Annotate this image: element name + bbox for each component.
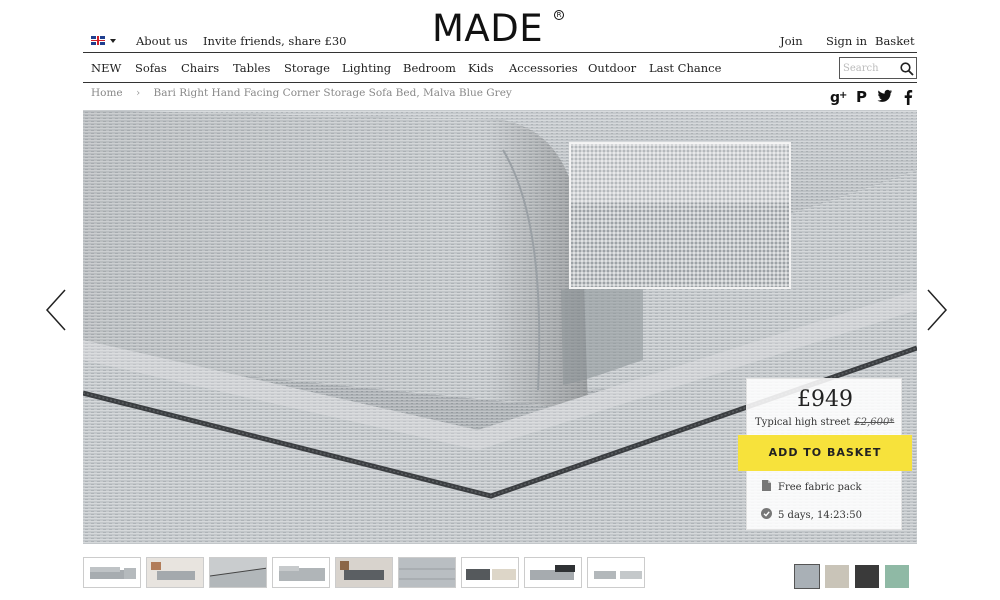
fabric-pack-label: Free fabric pack [778, 482, 862, 493]
sign-in-link[interactable]: Sign in [826, 34, 867, 48]
breadcrumb-home[interactable]: Home [91, 87, 123, 99]
about-us-link[interactable]: About us [136, 34, 188, 48]
nav-item-bedroom[interactable]: Bedroom [403, 61, 456, 75]
pinterest-icon[interactable]: P [855, 89, 869, 107]
thumbnail-4[interactable] [272, 557, 330, 588]
svg-text:+: + [839, 90, 847, 101]
countdown-label: 5 days, 14:23:50 [778, 510, 862, 521]
typical-label: Typical high street [755, 417, 851, 428]
swatch-charcoal[interactable] [855, 565, 879, 588]
breadcrumb-separator: › [136, 87, 141, 99]
thumbnail-9[interactable] [587, 557, 645, 588]
svg-text:P: P [856, 89, 867, 105]
next-arrow-icon[interactable] [925, 288, 949, 332]
clock-check-icon [761, 508, 772, 519]
typical-price: £2,600* [854, 417, 895, 428]
nav-item-last-chance[interactable]: Last Chance [649, 61, 721, 75]
add-to-basket-button[interactable]: ADD TO BASKET [738, 435, 912, 471]
search-box[interactable] [839, 57, 917, 79]
nav-item-chairs[interactable]: Chairs [181, 61, 219, 75]
swatch-blue-grey[interactable] [794, 564, 820, 589]
facebook-icon[interactable] [903, 89, 913, 107]
swatch-beige[interactable] [825, 565, 849, 588]
breadcrumb-current: Bari Right Hand Facing Corner Storage So… [153, 87, 512, 99]
thumbnail-8[interactable] [524, 557, 582, 588]
made-logo[interactable]: MADE [432, 10, 543, 47]
nav-item-outdoor[interactable]: Outdoor [588, 61, 636, 75]
fabric-pack-icon [762, 480, 771, 491]
chevron-down-icon[interactable] [110, 39, 116, 43]
nav-item-tables[interactable]: Tables [233, 61, 270, 75]
nav-item-kids[interactable]: Kids [468, 61, 494, 75]
search-input[interactable] [843, 61, 895, 75]
nav-item-lighting[interactable]: Lighting [342, 61, 391, 75]
thumbnail-7[interactable] [461, 557, 519, 588]
registered-mark-icon: R [554, 10, 564, 20]
uk-flag-icon[interactable] [91, 36, 105, 45]
search-icon[interactable] [900, 62, 914, 76]
basket-link[interactable]: Basket [875, 34, 915, 48]
nav-item-new[interactable]: NEW [91, 61, 121, 75]
thumbnail-1[interactable] [83, 557, 141, 588]
google-plus-icon[interactable]: g + [830, 89, 848, 107]
nav-item-storage[interactable]: Storage [284, 61, 330, 75]
twitter-icon[interactable] [877, 89, 893, 107]
thumbnail-2[interactable] [146, 557, 204, 588]
invite-friends-link[interactable]: Invite friends, share £30 [203, 34, 347, 48]
delivery-countdown: 5 days, 14:23:50 [761, 508, 862, 521]
swatch-green[interactable] [885, 565, 909, 588]
typical-high-street: Typical high street £2,600* [755, 417, 901, 428]
nav-item-accessories[interactable]: Accessories [509, 61, 578, 75]
nav-item-sofas[interactable]: Sofas [135, 61, 167, 75]
join-link[interactable]: Join [780, 34, 803, 48]
header-divider [83, 52, 917, 53]
breadcrumb: Home › Bari Right Hand Facing Corner Sto… [91, 87, 512, 99]
free-fabric-pack[interactable]: Free fabric pack [761, 480, 862, 493]
thumbnail-5[interactable] [335, 557, 393, 588]
nav-divider [83, 82, 917, 83]
previous-arrow-icon[interactable] [44, 288, 68, 332]
thumbnail-3[interactable] [209, 557, 267, 588]
main-navigation: NEW Sofas Chairs Tables Storage Lighting… [83, 54, 917, 82]
thumbnail-6[interactable] [398, 557, 456, 588]
product-price: £949 [797, 387, 853, 412]
